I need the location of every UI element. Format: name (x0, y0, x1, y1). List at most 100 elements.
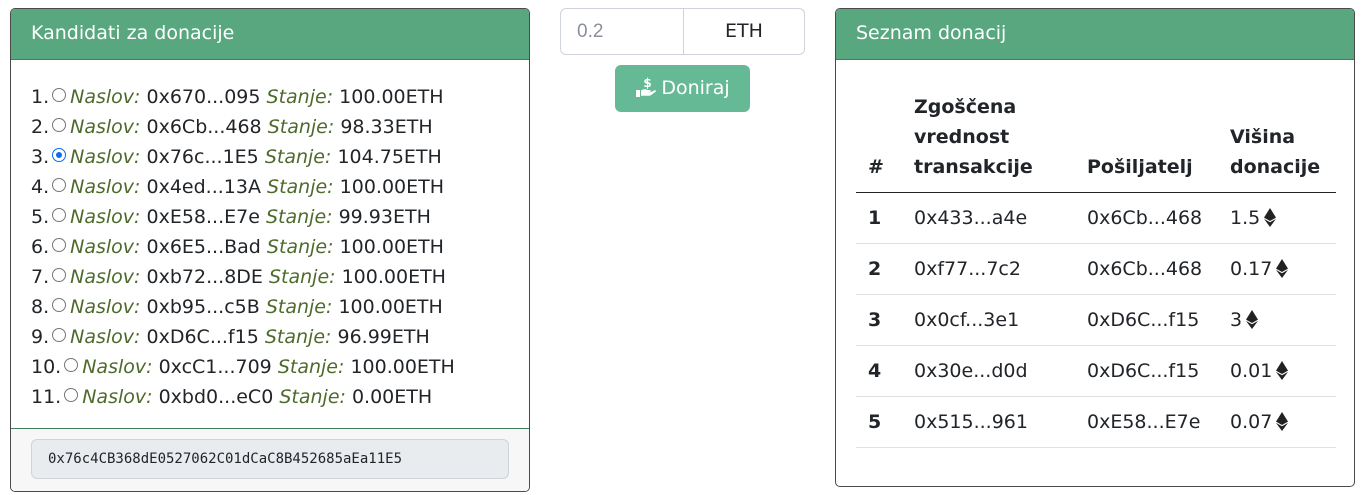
candidate-balance: 98.33ETH (340, 116, 433, 138)
address-label: Naslov: (70, 206, 141, 228)
candidate-number: 6. (31, 236, 50, 258)
address-label: Naslov: (70, 236, 141, 258)
address-label: Naslov: (82, 356, 153, 378)
candidate-radio[interactable] (52, 328, 67, 342)
candidate-row[interactable]: 1. Naslov: 0x670...095 Stanje: 100.00ETH (31, 82, 529, 112)
donations-table-body: 1 0x433...a4e 0x6Cb...468 1.5 2 0xf77...7c2 0x… (856, 192, 1336, 448)
row-hash: 0x0cf...3e1 (902, 294, 1075, 346)
balance-label: Stanje: (277, 356, 345, 378)
candidate-list: 1. Naslov: 0x670...095 Stanje: 100.00ETH 2… (11, 60, 529, 412)
candidates-card: Kandidati za donacije 1. Naslov: 0x670...… (10, 8, 530, 492)
candidate-row[interactable]: 7. Naslov: 0xb72...8DE Stanje: 100.00ETH (31, 262, 529, 292)
candidate-balance: 96.99ETH (337, 326, 430, 348)
col-header-index: # (856, 92, 902, 193)
row-sender: 0x6Cb...468 (1075, 192, 1218, 244)
candidate-radio[interactable] (52, 238, 67, 252)
candidate-balance: 100.00ETH (338, 296, 443, 318)
row-amount-cell: 0.01 (1218, 345, 1336, 397)
candidate-row[interactable]: 3. Naslov: 0x76c...1E5 Stanje: 104.75ETH (31, 142, 529, 172)
address-label: Naslov: (70, 176, 141, 198)
candidate-balance: 100.00ETH (339, 176, 445, 198)
candidate-radio[interactable] (64, 358, 79, 372)
row-hash: 0x433...a4e (902, 192, 1075, 244)
donate-button[interactable]: $ Doniraj (615, 65, 750, 112)
candidate-row[interactable]: 11. Naslov: 0xbd0...eC0 Stanje: 0.00ETH (31, 382, 529, 412)
row-amount: 0.07 (1230, 411, 1273, 433)
row-sender: 0xE58...E7e (1075, 396, 1218, 448)
donations-table: # Zgoščena vrednost transakcije Pošiljat… (856, 92, 1336, 448)
candidate-balance: 100.00ETH (339, 86, 444, 108)
donate-input-group: ETH (560, 8, 805, 55)
candidate-row[interactable]: 9. Naslov: 0xD6C...f15 Stanje: 96.99ETH (31, 322, 529, 352)
row-hash: 0x30e...d0d (902, 345, 1075, 397)
table-row: 2 0xf77...7c2 0x6Cb...468 0.17 (856, 243, 1336, 295)
donations-card: Seznam donacij # Zgoščena vrednost trans… (835, 8, 1355, 487)
candidate-number: 5. (31, 206, 50, 228)
candidate-number: 3. (31, 146, 50, 168)
table-row: 4 0x30e...d0d 0xD6C...f15 0.01 (856, 345, 1336, 397)
row-sender: 0xD6C...f15 (1075, 294, 1218, 346)
row-sender: 0xD6C...f15 (1075, 345, 1218, 397)
candidate-radio[interactable] (52, 88, 67, 102)
address-label: Naslov: (82, 386, 153, 408)
hand-holding-dollar-icon: $ (636, 76, 657, 97)
candidate-radio[interactable] (64, 388, 79, 402)
donations-card-title: Seznam donacij (836, 9, 1354, 60)
row-amount: 3 (1230, 309, 1243, 331)
col-header-amount: Višina donacije (1218, 92, 1336, 193)
row-sender: 0x6Cb...468 (1075, 243, 1218, 295)
candidate-address: 0xD6C...f15 (146, 326, 259, 348)
row-hash: 0xf77...7c2 (902, 243, 1075, 295)
candidate-row[interactable]: 8. Naslov: 0xb95...c5B Stanje: 100.00ETH (31, 292, 529, 322)
candidate-row[interactable]: 6. Naslov: 0x6E5...Bad Stanje: 100.00ETH (31, 232, 529, 262)
candidate-number: 9. (31, 326, 50, 348)
row-amount-cell: 3 (1218, 294, 1336, 346)
address-label: Naslov: (70, 326, 141, 348)
candidate-address: 0x76c...1E5 (146, 146, 259, 168)
candidate-number: 8. (31, 296, 50, 318)
candidate-number: 2. (31, 116, 50, 138)
candidate-address: 0xbd0...eC0 (158, 386, 274, 408)
balance-label: Stanje: (267, 116, 335, 138)
col-header-hash: Zgoščena vrednost transakcije (902, 92, 1075, 193)
candidate-address: 0x6E5...Bad (146, 236, 261, 258)
candidate-row[interactable]: 5. Naslov: 0xE58...E7e Stanje: 99.93ETH (31, 202, 529, 232)
row-amount: 0.01 (1230, 360, 1273, 382)
candidate-radio[interactable] (52, 298, 67, 312)
candidate-number: 11. (31, 386, 62, 408)
candidate-address: 0x670...095 (146, 86, 261, 108)
candidate-radio[interactable] (52, 148, 67, 162)
svg-text:$: $ (644, 76, 652, 90)
candidate-row[interactable]: 10. Naslov: 0xcC1...709 Stanje: 100.00ETH (31, 352, 529, 382)
balance-label: Stanje: (265, 296, 333, 318)
candidate-address: 0xcC1...709 (158, 356, 272, 378)
amount-input[interactable] (560, 8, 684, 55)
currency-unit: ETH (683, 8, 805, 55)
balance-label: Stanje: (267, 176, 334, 198)
balance-label: Stanje: (266, 86, 334, 108)
candidate-radio[interactable] (52, 268, 67, 282)
row-index: 4 (856, 345, 902, 397)
balance-label: Stanje: (264, 326, 332, 348)
balance-label: Stanje: (265, 206, 333, 228)
candidate-balance: 100.00ETH (341, 266, 446, 288)
row-amount-cell: 1.5 (1218, 192, 1336, 244)
col-header-sender: Pošiljatelj (1075, 92, 1218, 193)
table-row: 3 0x0cf...3e1 0xD6C...f15 3 (856, 294, 1336, 346)
candidate-row[interactable]: 4. Naslov: 0x4ed...13A Stanje: 100.00ETH (31, 172, 529, 202)
row-index: 2 (856, 243, 902, 295)
row-index: 3 (856, 294, 902, 346)
candidate-address: 0xb72...8DE (146, 266, 263, 288)
candidate-row[interactable]: 2. Naslov: 0x6Cb...468 Stanje: 98.33ETH (31, 112, 529, 142)
address-label: Naslov: (70, 296, 141, 318)
row-amount: 1.5 (1230, 207, 1261, 229)
row-amount: 0.17 (1230, 258, 1273, 280)
candidate-radio[interactable] (52, 208, 67, 222)
candidate-radio[interactable] (52, 178, 67, 192)
donate-button-label: Doniraj (661, 77, 730, 99)
ethereum-icon (1264, 208, 1277, 227)
candidate-radio[interactable] (52, 118, 67, 132)
ethereum-icon (1246, 310, 1259, 329)
selected-address-field[interactable]: 0x76c4CB368dE0527062C01dCaC8B452685aEa11… (31, 439, 509, 479)
candidate-number: 7. (31, 266, 50, 288)
